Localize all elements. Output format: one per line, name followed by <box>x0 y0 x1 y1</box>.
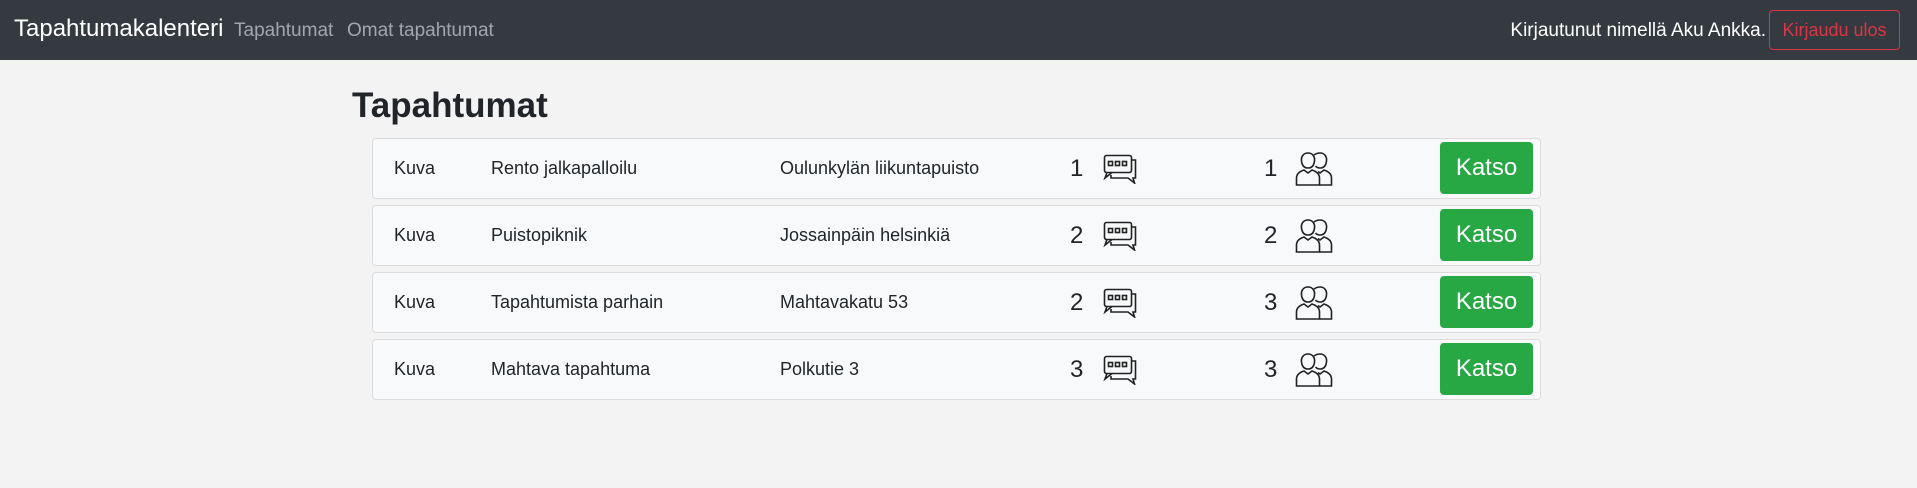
people-icon <box>1295 285 1333 321</box>
comment-count: 1 <box>1070 154 1084 182</box>
participant-count-group: 1 <box>1264 139 1333 198</box>
comment-bubbles-icon <box>1103 355 1137 385</box>
brand-link[interactable]: Tapahtumakalenteri <box>14 15 223 43</box>
nav-link-omat-tapahtumat[interactable]: Omat tapahtumat <box>347 20 494 42</box>
navbar: Tapahtumakalenteri Tapahtumat Omat tapah… <box>0 0 1917 60</box>
event-row: Kuva Mahtava tapahtuma Polkutie 3 3 3 Katso <box>372 339 1541 400</box>
event-image-placeholder: Kuva <box>394 225 436 245</box>
comment-count-group: 1 <box>1070 139 1137 198</box>
comment-count-group: 3 <box>1070 340 1137 399</box>
event-row: Kuva Rento jalkapalloilu Oulunkylän liikun… <box>372 138 1541 199</box>
comment-count-group: 2 <box>1070 206 1137 265</box>
event-image-placeholder: Kuva <box>394 359 436 379</box>
participant-count: 1 <box>1264 154 1278 182</box>
people-icon <box>1295 151 1333 187</box>
view-event-button[interactable]: Katso <box>1440 142 1533 194</box>
event-name: Puistopiknik <box>491 225 588 245</box>
page-title: Tapahtumat <box>352 86 548 125</box>
nav-link-tapahtumat[interactable]: Tapahtumat <box>234 20 333 42</box>
comment-count-group: 2 <box>1070 273 1137 332</box>
comment-bubbles-icon <box>1103 288 1137 318</box>
participant-count-group: 2 <box>1264 206 1333 265</box>
logged-in-text: Kirjautunut nimellä Aku Ankka. <box>1510 20 1766 41</box>
participant-count-group: 3 <box>1264 340 1333 399</box>
people-icon <box>1295 352 1333 388</box>
comment-bubbles-icon <box>1103 154 1137 184</box>
event-image-placeholder: Kuva <box>394 292 436 312</box>
event-image-placeholder: Kuva <box>394 158 436 178</box>
event-name: Mahtava tapahtuma <box>491 359 651 379</box>
event-place: Oulunkylän liikuntapuisto <box>780 158 980 178</box>
participant-count: 3 <box>1264 288 1278 316</box>
view-event-button[interactable]: Katso <box>1440 276 1533 328</box>
comment-count: 3 <box>1070 355 1084 383</box>
participant-count-group: 3 <box>1264 273 1333 332</box>
event-row: Kuva Puistopiknik Jossainpäin helsinkiä 2 2 K… <box>372 205 1541 266</box>
event-row: Kuva Tapahtumista parhain Mahtavakatu 53 2 3… <box>372 272 1541 333</box>
view-event-button[interactable]: Katso <box>1440 343 1533 395</box>
event-place: Mahtavakatu 53 <box>780 292 909 312</box>
event-name: Rento jalkapalloilu <box>491 158 638 178</box>
event-name: Tapahtumista parhain <box>491 292 664 312</box>
comment-count: 2 <box>1070 221 1084 249</box>
people-icon <box>1295 218 1333 254</box>
logout-button[interactable]: Kirjaudu ulos <box>1769 10 1900 50</box>
event-place: Polkutie 3 <box>780 359 860 379</box>
comment-bubbles-icon <box>1103 221 1137 251</box>
event-place: Jossainpäin helsinkiä <box>780 225 951 245</box>
participant-count: 3 <box>1264 355 1278 383</box>
view-event-button[interactable]: Katso <box>1440 209 1533 261</box>
comment-count: 2 <box>1070 288 1084 316</box>
participant-count: 2 <box>1264 221 1278 249</box>
